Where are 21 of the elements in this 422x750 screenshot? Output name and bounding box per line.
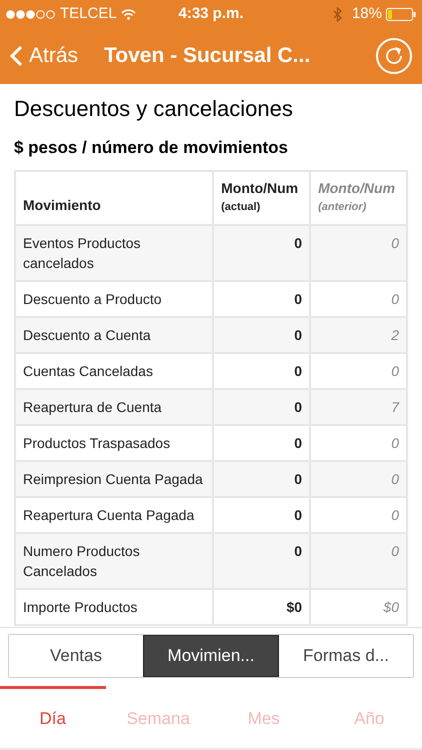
section-subtitle: $ pesos / número de movimientos <box>14 137 289 159</box>
table-cell: $0 <box>213 588 310 624</box>
table-cell: $0 <box>310 588 407 624</box>
period-tab[interactable]: Día <box>0 686 106 748</box>
chevron-left-icon <box>10 45 23 67</box>
column-header: Monto/Num (anterior) <box>310 170 407 224</box>
column-header: Movimiento <box>15 170 214 224</box>
segment-tab[interactable]: Movimien... <box>143 635 279 677</box>
clock-text: 4:33 p.m. <box>177 4 245 24</box>
section-title: Descuentos y cancelaciones <box>14 95 294 123</box>
carrier-text: TELCEL <box>60 4 117 24</box>
column-header: Monto/Num (actual) <box>213 170 310 224</box>
back-button[interactable]: Atrás <box>10 40 78 72</box>
signal-icon <box>6 10 56 18</box>
battery-percent: 18% <box>352 4 382 24</box>
screen-title: Toven - Sucursal C... <box>104 43 310 70</box>
refresh-button[interactable] <box>376 38 412 74</box>
table-cell: Importe Productos <box>15 588 214 624</box>
bluetooth-icon <box>332 6 342 22</box>
battery-icon <box>386 8 416 20</box>
wifi-icon <box>120 8 136 20</box>
